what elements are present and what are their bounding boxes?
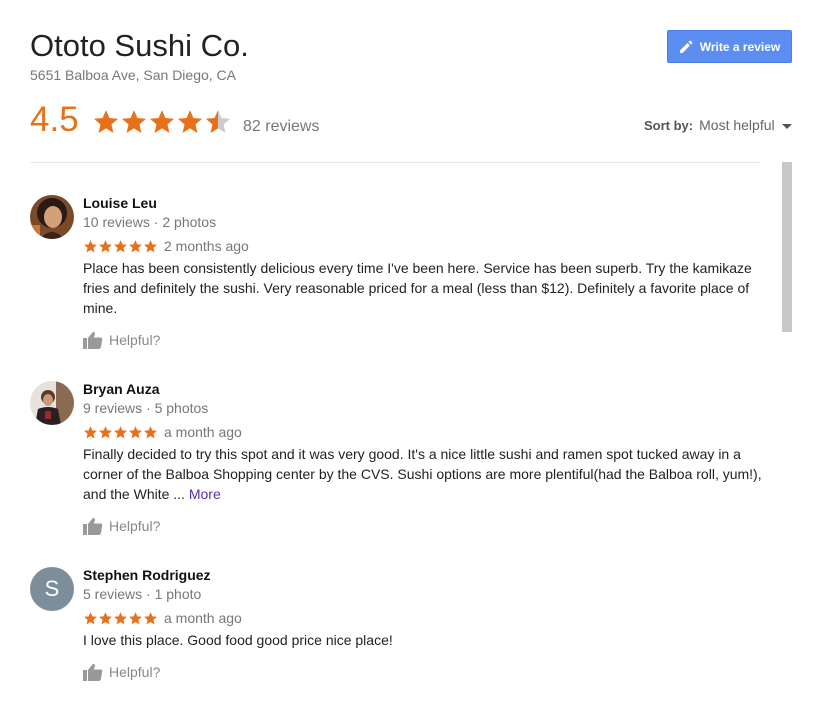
- review-text: I love this place. Good food good price …: [83, 630, 773, 650]
- header-divider: [30, 162, 760, 163]
- reviewer-name[interactable]: Louise Leu: [83, 195, 773, 211]
- avatar-initial: S: [44, 576, 60, 601]
- star-icon: [129, 425, 142, 438]
- review-time: 2 months ago: [164, 238, 249, 254]
- star-icon: [120, 108, 148, 141]
- star-icon: [84, 611, 97, 624]
- star-icon: [114, 425, 127, 438]
- review-time: a month ago: [164, 424, 242, 440]
- helpful-button[interactable]: Helpful?: [83, 517, 773, 535]
- review-count: 82 reviews: [243, 118, 320, 135]
- star-icon: [84, 239, 97, 252]
- review-text: Place has been consistently delicious ev…: [83, 258, 773, 318]
- star-icon: [84, 425, 97, 438]
- review-stars: [83, 425, 158, 440]
- review-text-content: Place has been consistently delicious ev…: [83, 260, 752, 316]
- reviewer-name[interactable]: Bryan Auza: [83, 381, 773, 397]
- star-icon: [144, 425, 157, 438]
- star-icon: [129, 239, 142, 252]
- star-icon: [148, 108, 176, 141]
- helpful-label: Helpful?: [109, 332, 161, 348]
- write-review-label: Write a review: [699, 39, 781, 54]
- star-icon: [144, 239, 157, 252]
- review-stars: [83, 611, 158, 626]
- average-rating: 4.5: [30, 100, 79, 139]
- reviewer-meta: 5 reviews · 1 photo: [83, 586, 202, 602]
- sort-value: Most helpful: [699, 117, 775, 133]
- star-icon: [99, 611, 112, 624]
- helpful-button[interactable]: Helpful?: [83, 331, 773, 349]
- business-name: Ototo Sushi Co.: [30, 28, 249, 63]
- sort-dropdown[interactable]: Sort by: Most helpful: [644, 117, 792, 133]
- star-icon: [176, 108, 204, 141]
- pencil-icon: [679, 40, 693, 53]
- star-icon: [114, 239, 127, 252]
- star-icon: [144, 611, 157, 624]
- place-header: Ototo Sushi Co. 5651 Balboa Ave, San Die…: [30, 28, 792, 163]
- avatar[interactable]: S: [30, 567, 74, 611]
- avatar[interactable]: [30, 381, 74, 425]
- sort-label: Sort by:: [644, 117, 694, 133]
- review-time: a month ago: [164, 610, 242, 626]
- star-icon: [99, 425, 112, 438]
- business-address: 5651 Balboa Ave, San Diego, CA: [30, 67, 237, 83]
- star-icon: [129, 611, 142, 624]
- review-text: Finally decided to try this spot and it …: [83, 444, 773, 504]
- star-icon: [99, 239, 112, 252]
- review-stars: [83, 239, 158, 254]
- half-star-icon: [204, 108, 232, 141]
- average-rating-stars: [92, 108, 232, 141]
- review-text-content: I love this place. Good food good price …: [83, 632, 393, 648]
- star-icon: [92, 108, 120, 141]
- helpful-label: Helpful?: [109, 664, 161, 680]
- thumbs-up-icon: [83, 331, 103, 349]
- reviewer-meta: 9 reviews · 5 photos: [83, 400, 209, 416]
- thumbs-up-icon: [83, 517, 103, 535]
- helpful-button[interactable]: Helpful?: [83, 663, 773, 681]
- star-icon: [114, 611, 127, 624]
- thumbs-up-icon: [83, 663, 103, 681]
- reviewer-name[interactable]: Stephen Rodriguez: [83, 567, 773, 583]
- reviewer-meta: 10 reviews · 2 photos: [83, 214, 217, 230]
- avatar[interactable]: [30, 195, 74, 239]
- scrollbar[interactable]: [782, 162, 792, 332]
- helpful-label: Helpful?: [109, 518, 161, 534]
- chevron-down-icon: [781, 124, 792, 129]
- review-text-content: Finally decided to try this spot and it …: [83, 446, 762, 502]
- more-link[interactable]: More: [189, 486, 221, 502]
- write-review-button[interactable]: Write a review: [667, 30, 792, 63]
